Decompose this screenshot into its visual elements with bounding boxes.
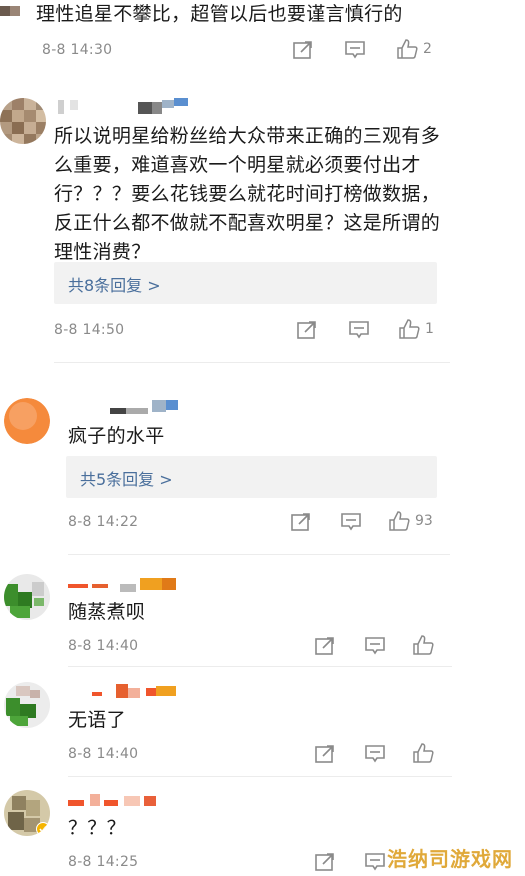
comment-icon: [365, 853, 385, 871]
repost-icon: [315, 853, 334, 871]
avatar[interactable]: [0, 6, 20, 16]
comment-time: 8-8 14:22: [68, 514, 139, 530]
replies-count: 共5条回复 >: [80, 470, 173, 489]
comment-icon: [365, 637, 385, 655]
repost-icon: [291, 513, 310, 531]
replies-link[interactable]: 共5条回复 >: [66, 456, 437, 498]
repost-icon: [293, 41, 312, 59]
comment-item: 疯子的水平 共5条回复 > 8-8 14:22 93: [0, 380, 525, 555]
comment-text: 无语了: [68, 709, 126, 731]
like-button[interactable]: 2: [396, 38, 432, 60]
username[interactable]: [110, 398, 178, 414]
divider: [68, 776, 452, 777]
repost-button[interactable]: [296, 320, 318, 340]
thumbs-up-icon: [413, 743, 434, 763]
comment-icon: [365, 745, 385, 763]
repost-button[interactable]: [314, 852, 336, 872]
comment-text: ？？？: [68, 817, 126, 839]
comment-button[interactable]: [348, 320, 370, 340]
comment-text: 疯子的水平: [68, 425, 165, 447]
comment-item: 所以说明星给粉丝给大众带来正确的三观有多么重要，难道喜欢一个明星就必须要付出才行…: [0, 80, 525, 380]
like-button[interactable]: [412, 742, 439, 764]
like-button[interactable]: [412, 634, 439, 656]
repost-icon: [315, 745, 334, 763]
comment-icon: [349, 321, 369, 339]
comment-text: 随蒸煮呗: [68, 601, 146, 623]
avatar[interactable]: [4, 574, 50, 620]
repost-button[interactable]: [292, 40, 314, 60]
divider: [68, 666, 452, 667]
comment-button[interactable]: [364, 636, 386, 656]
like-count: 93: [415, 513, 433, 529]
repost-button[interactable]: [290, 512, 312, 532]
divider: [54, 362, 450, 363]
thumbs-up-icon: [389, 511, 410, 531]
comment-button[interactable]: [364, 744, 386, 764]
username[interactable]: [68, 574, 176, 592]
comment-text: 理性追星不攀比，超管以后也要谨言慎行的: [36, 3, 403, 25]
comment-item: 无语了 8-8 14:40: [0, 670, 525, 777]
repost-button[interactable]: [314, 636, 336, 656]
comment-icon: [345, 41, 365, 59]
avatar[interactable]: [0, 98, 46, 144]
thumbs-up-icon: [413, 635, 434, 655]
repost-icon: [297, 321, 316, 339]
repost-button[interactable]: [314, 744, 336, 764]
comment-icon: [341, 513, 361, 531]
comment-time: 8-8 14:25: [68, 854, 139, 870]
like-button[interactable]: 93: [388, 510, 433, 532]
comment-button[interactable]: [344, 40, 366, 60]
avatar[interactable]: [4, 398, 50, 444]
comment-time: 8-8 14:30: [42, 42, 113, 58]
comment-button[interactable]: [364, 852, 386, 872]
comment-item: 随蒸煮呗 8-8 14:40: [0, 560, 525, 667]
repost-icon: [315, 637, 334, 655]
like-count: 1: [425, 321, 434, 337]
thumbs-up-icon: [397, 39, 418, 59]
watermark: 浩纳司游戏网: [387, 847, 513, 871]
comment-time: 8-8 14:50: [54, 322, 125, 338]
comment-text: 所以说明星给粉丝给大众带来正确的三观有多么重要，难道喜欢一个明星就必须要付出才行…: [54, 125, 441, 263]
divider: [68, 554, 450, 555]
comment-time: 8-8 14:40: [68, 638, 139, 654]
thumbs-up-icon: [399, 319, 420, 339]
like-count: 2: [423, 41, 432, 57]
replies-count: 共8条回复 >: [68, 276, 161, 295]
comment-item: 理性追星不攀比，超管以后也要谨言慎行的 8-8 14:30 2: [0, 0, 525, 80]
comment-time: 8-8 14:40: [68, 746, 139, 762]
comment-button[interactable]: [340, 512, 362, 532]
username[interactable]: [68, 792, 156, 806]
like-button[interactable]: 1: [398, 318, 434, 340]
avatar[interactable]: [4, 790, 50, 836]
replies-link[interactable]: 共8条回复 >: [54, 262, 437, 304]
username[interactable]: [92, 682, 176, 698]
avatar[interactable]: [4, 682, 50, 728]
username[interactable]: [58, 96, 188, 114]
